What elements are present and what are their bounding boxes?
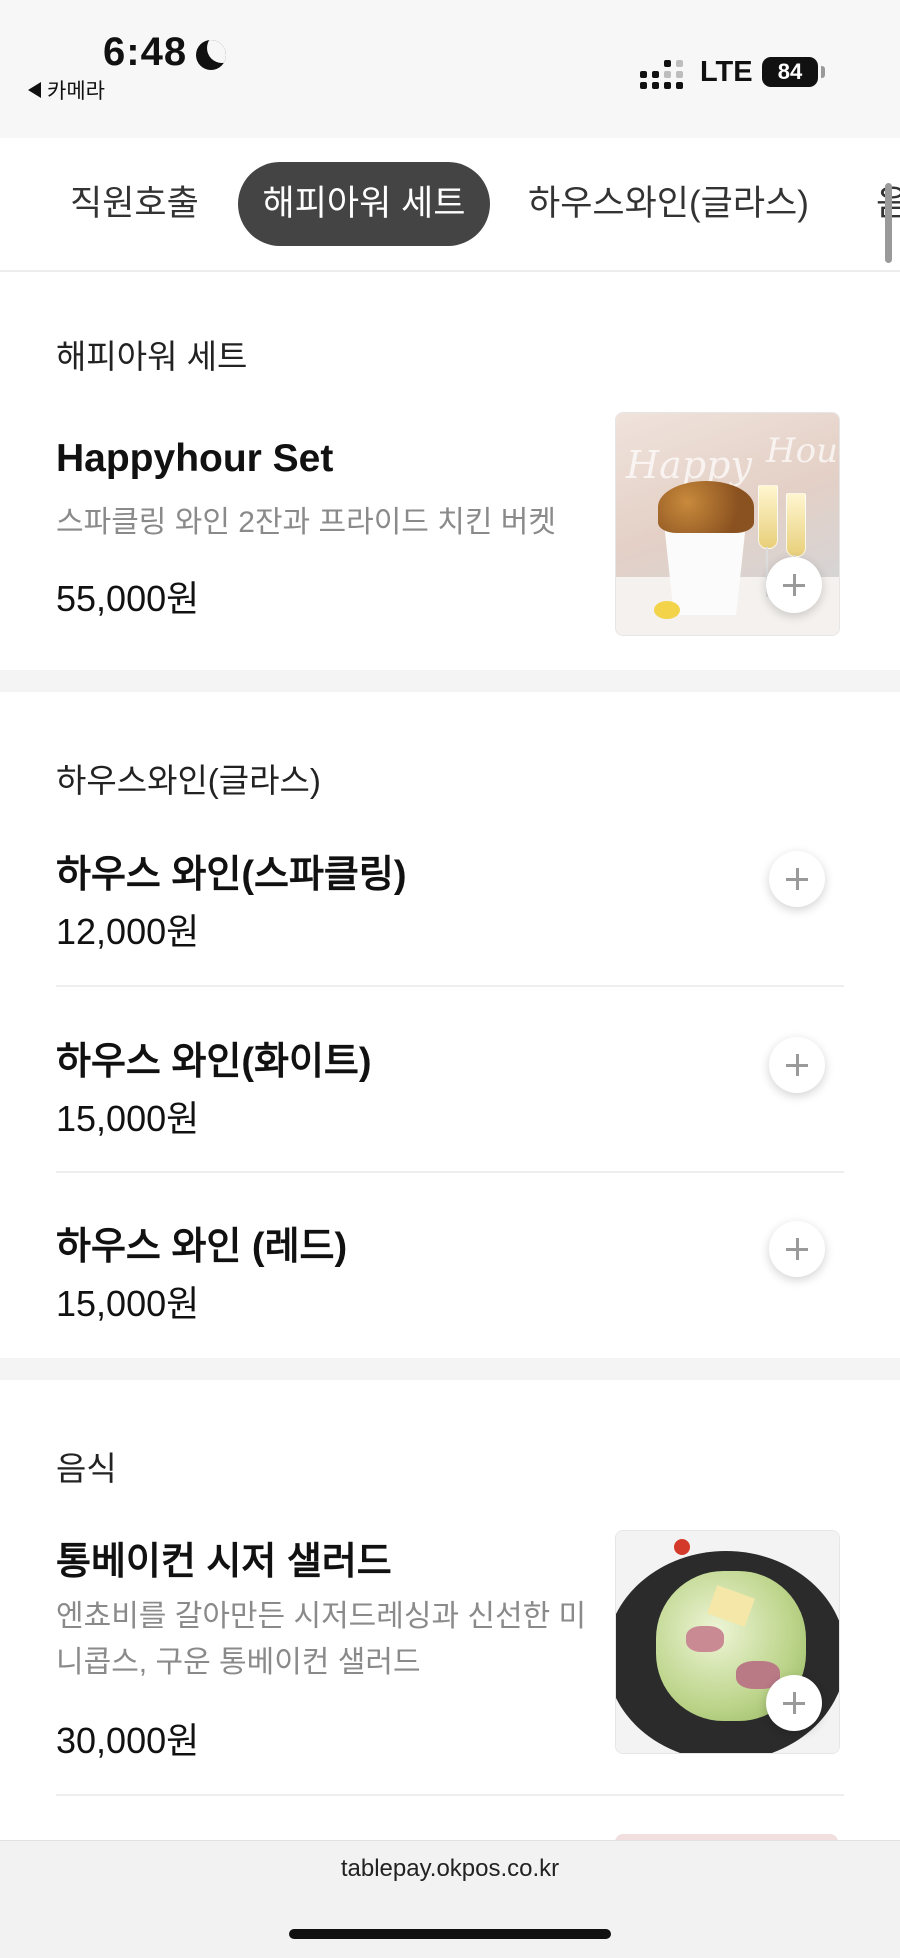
section-title-house-wine: 하우스와인(글라스) xyxy=(56,762,321,799)
item-desc-caesar-salad: 엔쵸비를 갈아만든 시저드레싱과 신선한 미니콥스, 구운 통베이컨 샐러드 xyxy=(56,1600,587,1679)
battery-icon: 84 xyxy=(762,57,818,87)
add-house-wine-red-button[interactable] xyxy=(769,1221,825,1277)
item-name-caesar-salad[interactable]: 통베이컨 시저 샐러드 xyxy=(56,1530,392,1585)
tab-staff-call[interactable]: 직원호출 xyxy=(70,162,199,246)
item-divider xyxy=(56,1171,844,1173)
home-indicator[interactable] xyxy=(289,1929,611,1939)
tomato-graphic xyxy=(674,1539,690,1555)
item-price-house-wine-red: 15,000원 xyxy=(56,1283,200,1324)
add-house-wine-white-button[interactable] xyxy=(769,1037,825,1093)
item-image-caesar-salad[interactable] xyxy=(615,1530,840,1754)
fried-chicken-graphic xyxy=(658,481,754,533)
item-name-house-wine-white[interactable]: 하우스 와인(화이트) xyxy=(56,1030,372,1085)
network-type: LTE xyxy=(700,56,753,88)
section-separator xyxy=(0,670,900,692)
status-bar: 6:48 카메라 LTE 84 xyxy=(0,0,900,138)
tab-happyhour-set[interactable]: 해피아워 세트 xyxy=(238,162,490,246)
item-name-house-wine-sparkling[interactable]: 하우스 와인(스파클링) xyxy=(56,843,407,898)
item-image-happyhour-set[interactable]: Happy Hour xyxy=(615,412,840,636)
champagne-glass-graphic xyxy=(758,485,778,549)
add-happyhour-set-button[interactable] xyxy=(766,557,822,613)
item-price-house-wine-sparkling: 12,000원 xyxy=(56,911,200,952)
thumb-script-happy: Happy xyxy=(626,443,752,487)
status-time: 6:48 xyxy=(103,30,188,74)
url-text: tablepay.okpos.co.kr xyxy=(340,1855,560,1882)
thumb-script-hour: Hour xyxy=(766,431,839,471)
chicken-bucket-graphic xyxy=(664,523,746,615)
battery-tip-icon xyxy=(821,66,825,78)
lemon-graphic xyxy=(654,601,680,619)
item-divider xyxy=(56,985,844,987)
add-house-wine-sparkling-button[interactable] xyxy=(769,851,825,907)
cellular-signal-icon xyxy=(640,60,683,89)
item-name-house-wine-red[interactable]: 하우스 와인 (레드) xyxy=(56,1215,347,1270)
item-name-happyhour-set[interactable]: Happyhour Set xyxy=(56,437,333,481)
add-caesar-salad-button[interactable] xyxy=(766,1675,822,1731)
battery-level: 84 xyxy=(777,59,803,84)
section-title-happyhour: 해피아워 세트 xyxy=(56,338,248,375)
item-divider xyxy=(56,1794,844,1796)
item-price-happyhour-set: 55,000원 xyxy=(56,578,200,619)
back-camera-label: 카메라 xyxy=(47,80,105,103)
back-triangle-icon xyxy=(28,82,41,98)
champagne-glass-graphic xyxy=(786,493,806,557)
category-tab-bar: 직원호출 해피아워 세트 하우스와인(글라스) 음 xyxy=(0,138,900,272)
browser-url-bar[interactable]: tablepay.okpos.co.kr xyxy=(0,1840,900,1958)
tab-scrollbar[interactable] xyxy=(885,183,892,263)
moon-icon xyxy=(196,40,226,70)
section-separator xyxy=(0,1358,900,1380)
back-to-camera-link[interactable]: 카메라 xyxy=(28,75,105,105)
item-price-caesar-salad: 30,000원 xyxy=(56,1720,200,1761)
tab-house-wine-glass[interactable]: 하우스와인(글라스) xyxy=(528,162,809,246)
section-title-food: 음식 xyxy=(56,1450,117,1487)
item-desc-happyhour-set: 스파클링 와인 2잔과 프라이드 치킨 버켓 xyxy=(56,506,556,539)
item-price-house-wine-white: 15,000원 xyxy=(56,1098,200,1139)
